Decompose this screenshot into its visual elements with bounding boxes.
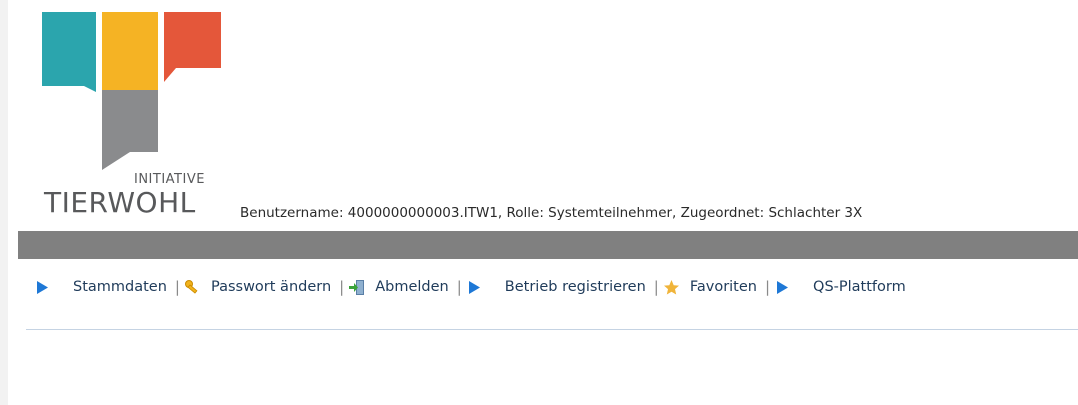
nav-label-qs-plattform: QS-Plattform	[813, 279, 906, 295]
nav-separator: |	[653, 278, 659, 296]
nav-label-favoriten: Favoriten	[689, 279, 757, 295]
nav-label-stammdaten: Stammdaten	[73, 279, 167, 295]
content-divider	[26, 329, 1078, 330]
logout-icon	[349, 279, 365, 295]
arrow-icon	[777, 280, 789, 294]
nav-separator: |	[174, 278, 180, 296]
nav-item-qs-plattform[interactable]: QS-Plattform	[774, 279, 906, 296]
header-gray-bar	[18, 231, 1078, 259]
nav-separator: |	[764, 278, 771, 296]
nav-item-favoriten[interactable]: Favoriten	[663, 279, 757, 296]
nav-label-betrieb-registrieren: Betrieb registrieren	[504, 279, 646, 295]
nav-separator: |	[456, 278, 462, 296]
star-icon	[663, 279, 679, 294]
nav-item-betrieb-registrieren[interactable]: Betrieb registrieren	[466, 279, 646, 296]
left-edge-rule	[0, 0, 8, 405]
nav-item-stammdaten[interactable]: Stammdaten	[34, 279, 167, 296]
user-info-line: Benutzername: 4000000000003.ITW1, Rolle:…	[240, 205, 863, 221]
nav-label-passwort-aendern: Passwort ändern	[210, 279, 332, 295]
key-icon	[184, 279, 198, 294]
nav-separator: |	[339, 278, 345, 296]
nav-menu: Stammdaten | Passwort ändern | Abmelden …	[34, 276, 906, 298]
logo-initiative-text: INITIATIVE	[134, 172, 205, 187]
arrow-icon	[37, 280, 48, 294]
nav-item-passwort-aendern[interactable]: Passwort ändern	[184, 279, 331, 296]
nav-item-abmelden[interactable]: Abmelden	[348, 279, 449, 296]
logo-tierwohl-text: TIERWOHL	[44, 186, 196, 219]
arrow-icon	[468, 280, 480, 294]
nav-label-abmelden: Abmelden	[375, 279, 449, 295]
